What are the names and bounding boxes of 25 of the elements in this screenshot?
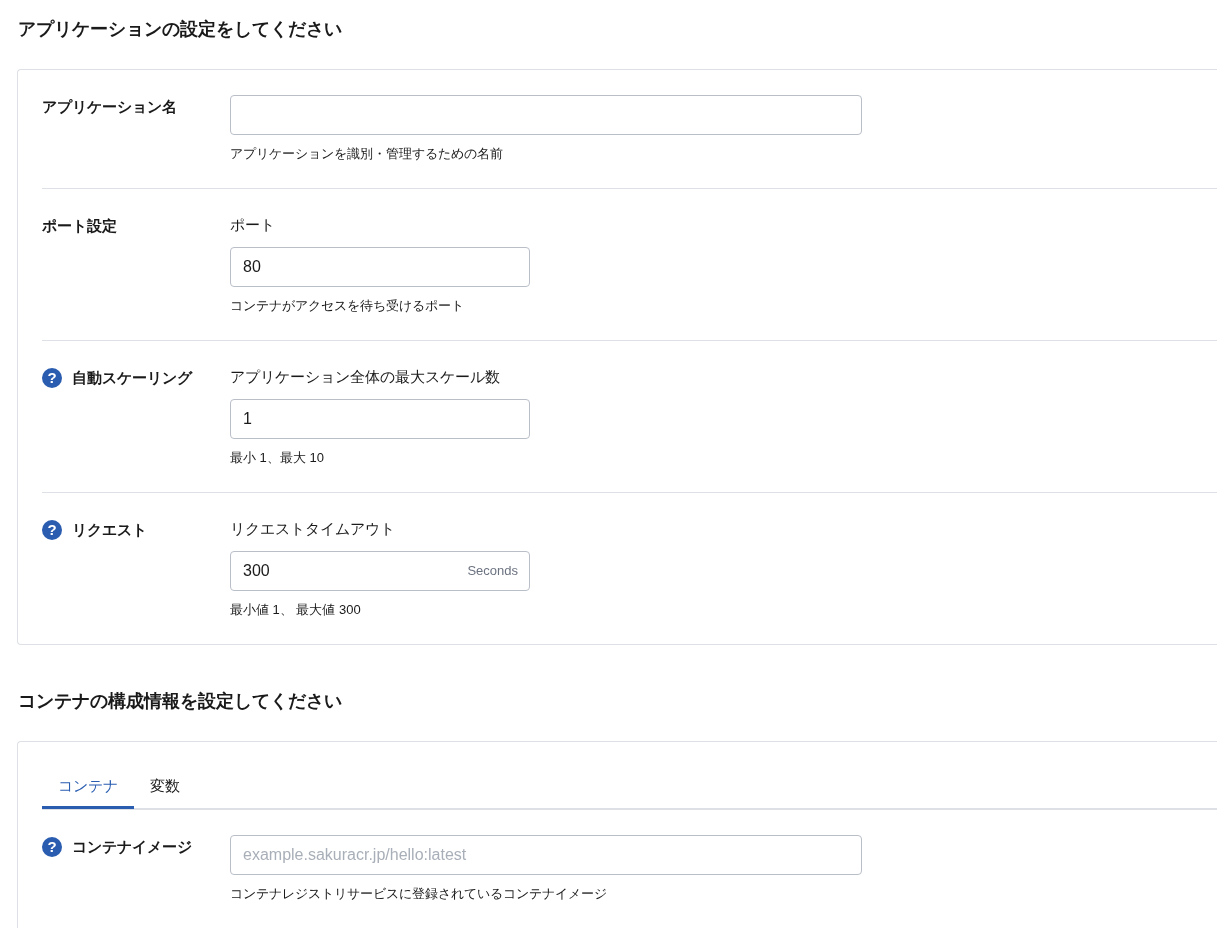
field-label: アプリケーション名	[42, 97, 177, 117]
tab[interactable]: 変数	[134, 769, 196, 809]
hint-text: 最小 1、最大 10	[230, 449, 325, 467]
field-label: リクエスト	[72, 520, 147, 540]
help-icon[interactable]: ?	[42, 837, 62, 857]
field-label: 自動スケーリング	[72, 368, 192, 388]
input-field[interactable]: 80	[230, 247, 530, 287]
hint-text: 最小値 1、 最大値 300	[230, 601, 362, 619]
field-label: ポート設定	[42, 216, 117, 236]
unit-label: Seconds	[467, 563, 518, 579]
tab[interactable]: コンテナ	[42, 769, 134, 809]
section-heading: アプリケーションの設定をしてください	[18, 18, 343, 41]
input-field[interactable]: example.sakuracr.jp/hello:latest	[230, 835, 862, 875]
hint-text: コンテナレジストリサービスに登録されているコンテナイメージ	[230, 885, 608, 903]
input-label: アプリケーション全体の最大スケール数	[230, 367, 501, 387]
hint-text: コンテナがアクセスを待ち受けるポート	[230, 297, 465, 315]
input-field[interactable]	[230, 95, 862, 135]
input-label: ポート	[230, 215, 276, 235]
input-field[interactable]: 1	[230, 399, 530, 439]
help-icon[interactable]: ?	[42, 520, 62, 540]
input-label: リクエストタイムアウト	[230, 519, 396, 539]
section-heading: コンテナの構成情報を設定してください	[18, 690, 343, 713]
help-icon[interactable]: ?	[42, 368, 62, 388]
hint-text: アプリケーションを識別・管理するための名前	[230, 145, 504, 163]
field-label: コンテナイメージ	[72, 837, 192, 857]
